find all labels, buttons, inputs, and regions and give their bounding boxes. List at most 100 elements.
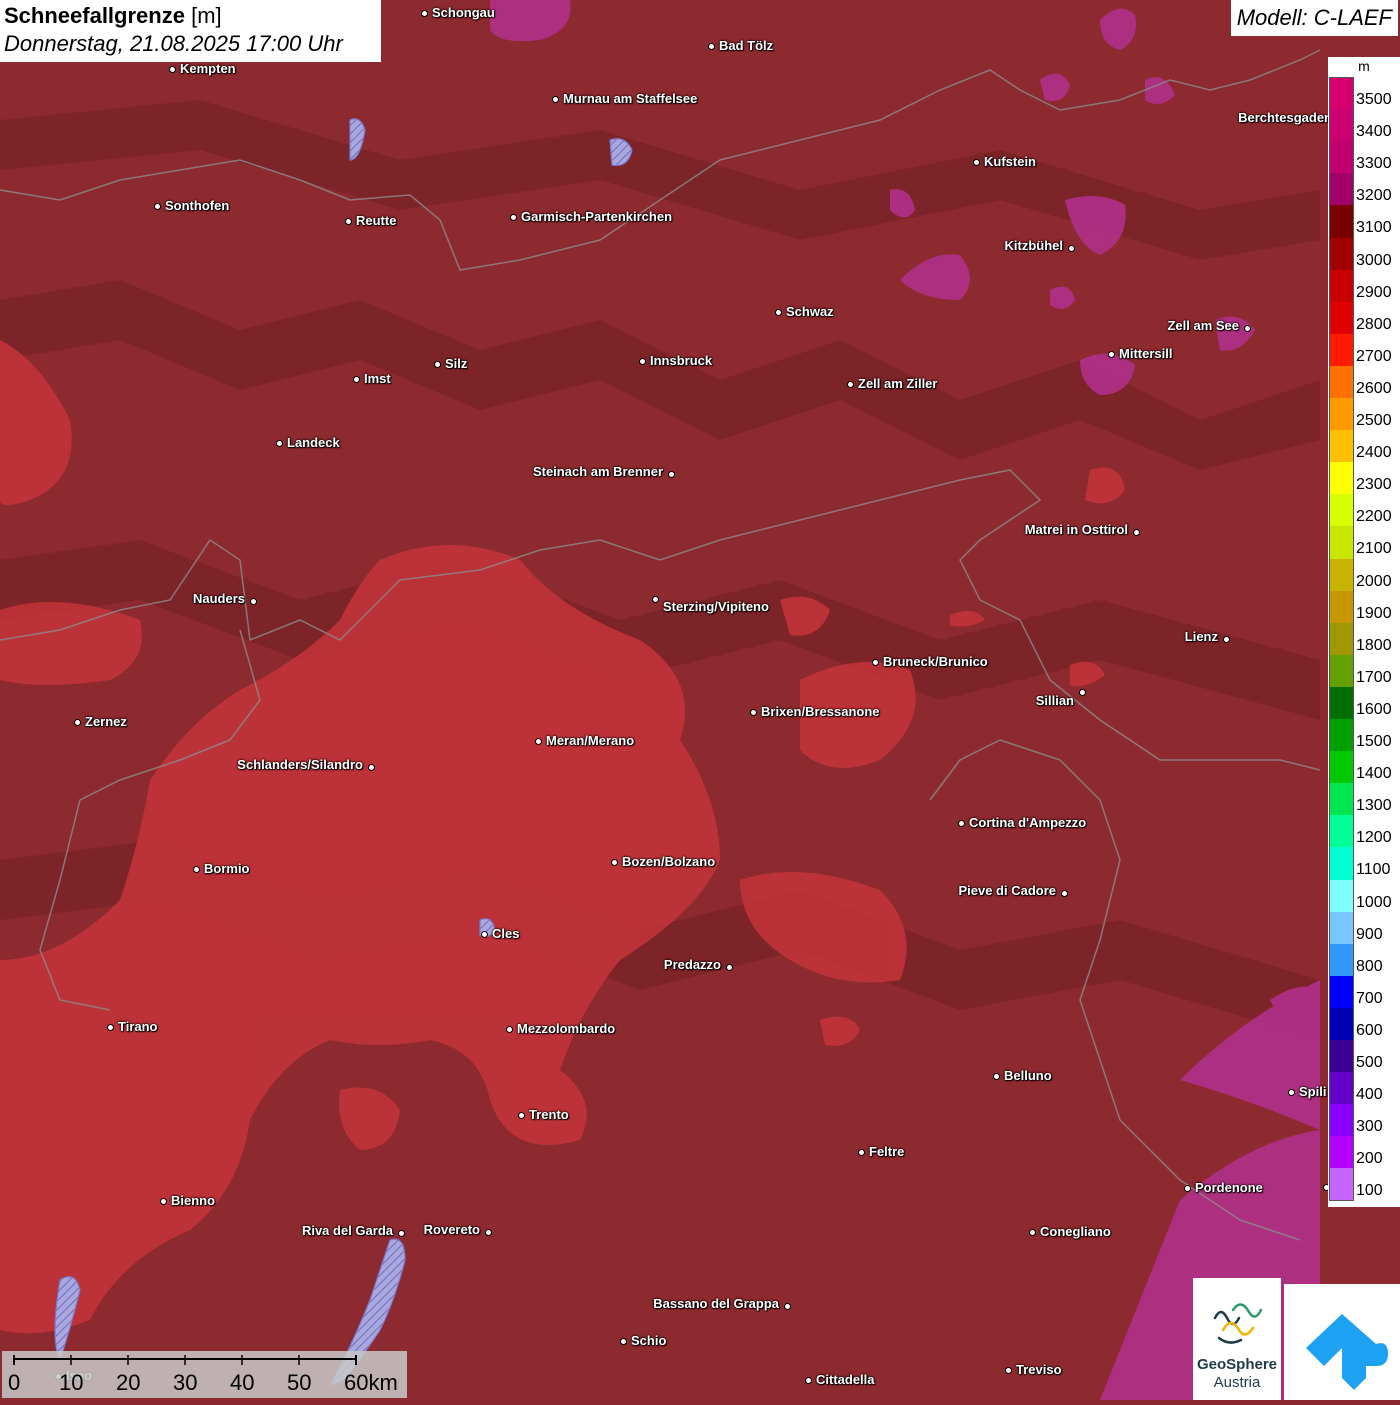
city-label: Trento — [529, 1107, 569, 1122]
model-label: Modell: C-LAEF — [1230, 0, 1398, 36]
city-label: Garmisch-Partenkirchen — [521, 209, 673, 224]
city-label: Bruneck/Brunico — [883, 654, 988, 669]
city-marker — [249, 597, 257, 605]
city-label: Kufstein — [984, 154, 1036, 169]
parameter-unit: [m] — [191, 3, 222, 28]
legend-swatch — [1329, 237, 1354, 271]
map-title: Schneefallgrenze [m] — [4, 2, 377, 30]
legend-swatch — [1329, 269, 1354, 303]
city-marker — [344, 217, 352, 225]
legend-swatch — [1329, 333, 1354, 367]
legend-label: 200 — [1356, 1150, 1383, 1168]
city-label: Reutte — [356, 213, 397, 228]
city-marker — [1067, 244, 1075, 252]
city-label: Conegliano — [1040, 1224, 1111, 1239]
forecast-datetime: Donnerstag, 21.08.2025 17:00 Uhr — [4, 31, 343, 56]
city-marker — [749, 708, 757, 716]
geosphere-logo: GeoSphere Austria — [1193, 1278, 1281, 1400]
city-label: Matrei in Osttirol — [1024, 522, 1128, 537]
legend-label: 1100 — [1356, 861, 1391, 879]
city-label: Sonthofen — [165, 198, 230, 213]
city-marker — [804, 1376, 812, 1384]
legend-label: 1000 — [1356, 893, 1392, 911]
city-label: Silz — [445, 356, 468, 371]
city-label: Cles — [492, 926, 520, 941]
legend-label: 1500 — [1356, 733, 1392, 750]
city-label: Pieve di Cadore — [958, 883, 1056, 898]
city-label: Belluno — [1004, 1068, 1052, 1083]
legend-swatch — [1329, 686, 1354, 720]
city-label: Sillian — [1035, 693, 1074, 708]
legend-swatch — [1329, 719, 1354, 752]
city-label: Cortina d'Ampezzo — [969, 815, 1087, 830]
legend-swatch — [1329, 1072, 1354, 1105]
legend-label: 2800 — [1356, 315, 1392, 333]
city-marker — [1028, 1228, 1036, 1236]
app-arrow-cloud-icon — [1306, 1314, 1388, 1390]
city-label: Bassano del Grappa — [653, 1296, 779, 1311]
city-marker — [1132, 528, 1140, 536]
city-marker — [480, 930, 488, 938]
legend-swatch — [1329, 751, 1354, 784]
legend-swatch — [1329, 815, 1354, 848]
city-marker — [774, 308, 782, 316]
city-label: Zell am Ziller — [858, 376, 938, 391]
legend-swatch — [1329, 109, 1354, 142]
legend-label: 2400 — [1356, 444, 1392, 462]
legend-label: 800 — [1356, 957, 1383, 975]
legend-label: 3000 — [1356, 251, 1392, 269]
city-marker — [871, 658, 879, 666]
parameter-name: Schneefallgrenze — [4, 3, 185, 28]
legend-swatch — [1329, 975, 1354, 1009]
city-label: Zell am See — [1167, 318, 1239, 333]
scale-bar: 0 10 20 30 40 50 60km — [2, 1351, 407, 1398]
city-marker — [367, 763, 375, 771]
city-marker — [1078, 688, 1086, 696]
city-marker — [651, 595, 659, 603]
legend-swatch — [1329, 1040, 1354, 1073]
legend-swatch — [1329, 205, 1354, 238]
legend-swatch — [1329, 398, 1354, 431]
legend-label: 3300 — [1356, 155, 1392, 173]
city-marker — [1004, 1366, 1012, 1374]
legend-label: 3500 — [1356, 91, 1392, 108]
scale-label: 50 — [287, 1370, 312, 1395]
city-label: Meran/Merano — [546, 733, 635, 748]
city-label: Schongau — [432, 5, 495, 20]
legend-label: 700 — [1356, 989, 1383, 1007]
legend-swatch — [1329, 943, 1354, 977]
legend-label: 400 — [1356, 1086, 1383, 1104]
city-marker — [972, 158, 980, 166]
legend-label: 1700 — [1356, 668, 1392, 686]
legend-label: 2500 — [1356, 412, 1392, 429]
legend-label: 2300 — [1356, 476, 1392, 494]
city-label: Sterzing/Vipiteno — [663, 599, 769, 614]
legend-swatch — [1329, 77, 1354, 110]
city-marker — [783, 1302, 791, 1310]
city-label: Bormio — [204, 861, 250, 876]
city-marker — [992, 1072, 1000, 1080]
legend-label: 1400 — [1356, 765, 1392, 783]
city-label: Mezzolombardo — [517, 1021, 616, 1036]
legend-swatch — [1329, 783, 1354, 816]
legend-label: 1300 — [1356, 797, 1392, 815]
city-label: Feltre — [869, 1144, 905, 1159]
legend-label: 2100 — [1356, 540, 1392, 558]
legend-swatch — [1329, 526, 1354, 559]
city-marker — [509, 213, 517, 221]
city-marker — [420, 9, 428, 17]
city-label: Brixen/Bressanone — [761, 704, 880, 719]
legend-label: 2000 — [1356, 572, 1392, 590]
city-marker — [484, 1228, 492, 1236]
geosphere-emblem-icon — [1213, 1303, 1263, 1344]
city-label: Rovereto — [423, 1222, 480, 1237]
legend-swatch — [1329, 301, 1354, 335]
city-marker — [192, 865, 200, 873]
legend-swatch — [1329, 173, 1354, 206]
legend-label: 100 — [1356, 1182, 1383, 1200]
city-label: Schio — [631, 1333, 667, 1348]
city-marker — [73, 718, 81, 726]
city-label: Tirano — [118, 1019, 158, 1034]
city-marker — [1183, 1184, 1191, 1192]
legend-swatch — [1329, 1104, 1354, 1137]
